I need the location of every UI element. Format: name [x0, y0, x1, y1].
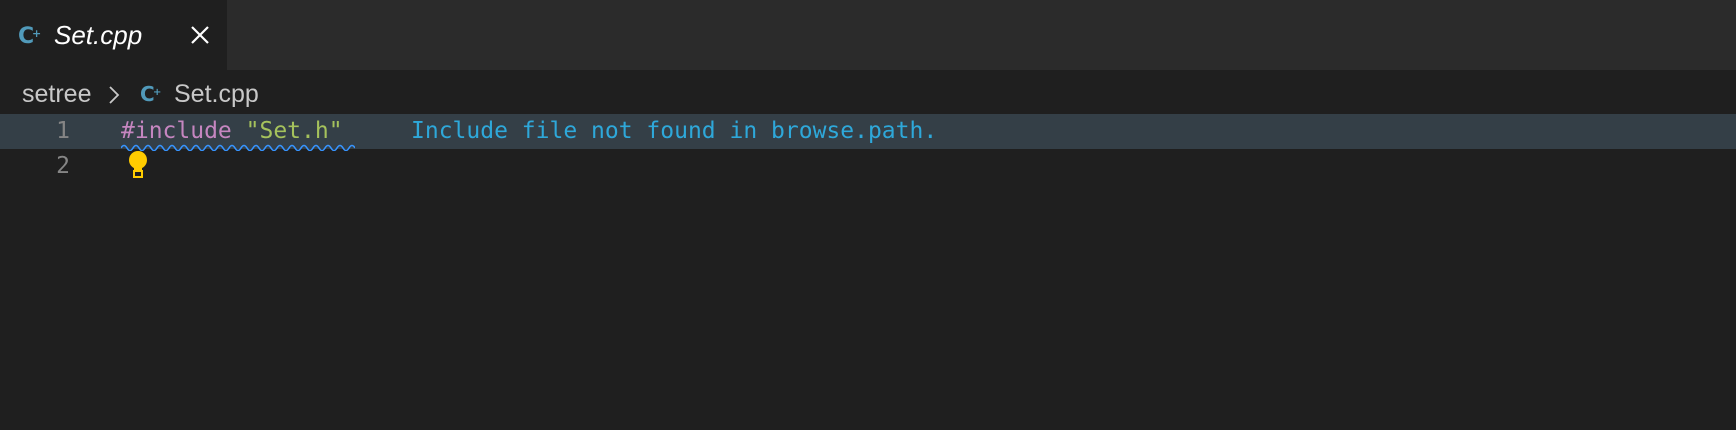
breadcrumb: setree C + Set.cpp	[0, 70, 1736, 114]
lightbulb-icon[interactable]	[127, 150, 149, 180]
breadcrumb-file[interactable]: Set.cpp	[174, 78, 259, 110]
chevron-right-icon	[109, 86, 120, 104]
include-path-string: "Set.h"	[245, 118, 343, 144]
tab-set-cpp[interactable]: C + Set.cpp	[0, 0, 228, 70]
breadcrumb-folder[interactable]: setree	[22, 78, 91, 110]
code-editor[interactable]: 1 #include "Set.h" Include file not foun…	[0, 114, 1736, 430]
close-icon[interactable]	[189, 24, 211, 46]
include-directive: #include	[121, 118, 232, 144]
cpp-file-icon: C +	[140, 82, 161, 105]
include-error-span[interactable]: #include "Set.h"	[121, 114, 355, 151]
line-number: 1	[56, 118, 70, 144]
svg-text:+: +	[32, 27, 41, 40]
tab-label: Set.cpp	[54, 20, 143, 50]
code-line[interactable]: 1 #include "Set.h" Include file not foun…	[0, 114, 1736, 151]
line-number: 2	[56, 153, 70, 179]
code-line[interactable]: 2	[0, 149, 1736, 184]
svg-text:+: +	[153, 87, 161, 98]
cpp-file-icon: C +	[18, 24, 41, 48]
inline-diagnostic: Include file not found in browse.path.	[411, 118, 938, 144]
code-content: #include "Set.h"	[121, 114, 355, 151]
tab-bar: C + Set.cpp	[0, 0, 1736, 70]
